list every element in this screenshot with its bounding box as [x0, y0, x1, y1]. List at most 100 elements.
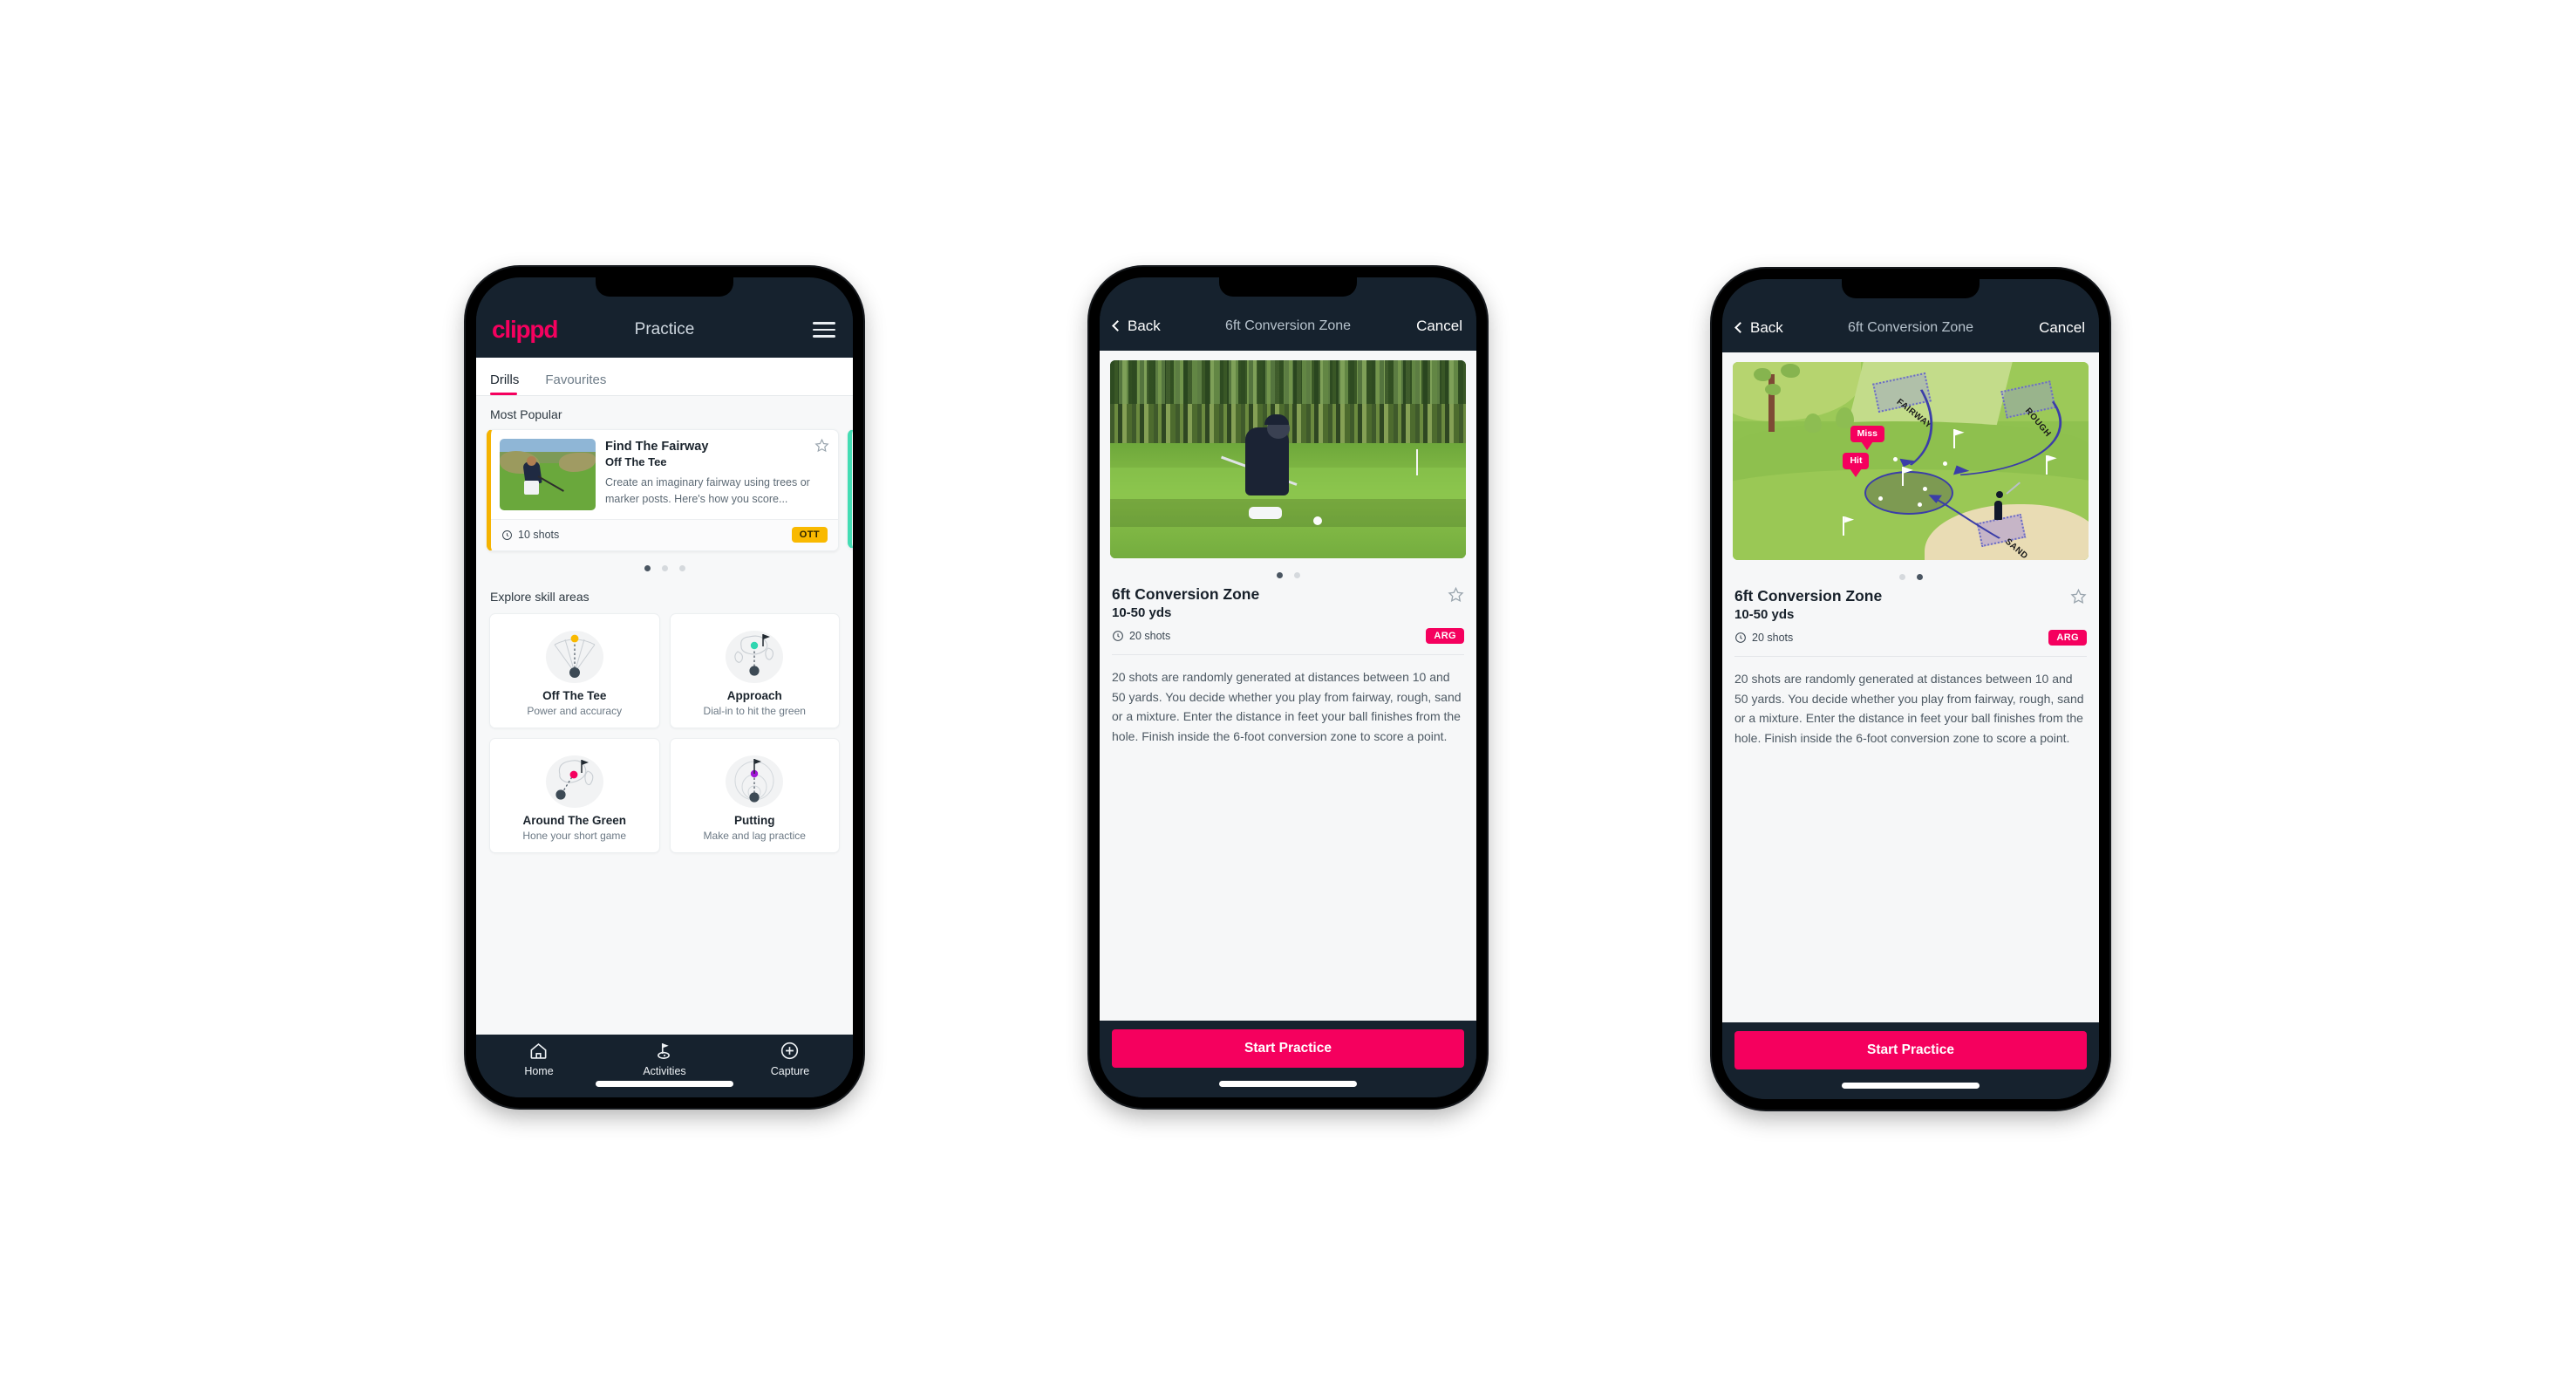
pagination-dot-2[interactable]: [661, 565, 668, 571]
skill-desc: Hone your short game: [522, 830, 627, 842]
phone2-screen: Back 6ft Conversion Zone Cancel 6ft Conv…: [1100, 277, 1476, 1097]
pagination-dot-3[interactable]: [678, 565, 685, 571]
detail-content: 6ft Conversion Zone 10-50 yds 20 shots A…: [1100, 351, 1476, 1021]
detail-content: FAIRWAY ROUGH SAND Miss Hit 6ft Conversi…: [1722, 352, 2099, 1022]
tab-drills[interactable]: Drills: [490, 372, 531, 395]
pagination-dot-1[interactable]: [1276, 572, 1283, 578]
device-notch: [1842, 279, 1980, 298]
pagination-dot-2[interactable]: [1293, 572, 1300, 578]
chevron-left-icon: [1734, 322, 1746, 333]
skill-desc: Make and lag practice: [703, 830, 806, 842]
nav-item-capture[interactable]: Capture: [728, 1041, 853, 1077]
shots-info: 20 shots: [1734, 632, 1793, 644]
bottom-navigation: Home Activities Capture: [476, 1035, 853, 1097]
detail-header: Back 6ft Conversion Zone Cancel: [1722, 304, 2099, 352]
content-scroll-area[interactable]: Most Popular Find The Fairway Off The Te…: [476, 396, 853, 1035]
phone-mockup-drill-detail-illustration: Back 6ft Conversion Zone Cancel FAIRWAY …: [1712, 269, 2109, 1110]
putting-rings-icon: [678, 749, 833, 812]
tab-bar: Drills Favourites: [476, 358, 853, 396]
drill-card-find-the-fairway[interactable]: Find The Fairway Off The Tee Create an i…: [487, 429, 839, 551]
phone-mockup-drill-detail-photo: Back 6ft Conversion Zone Cancel 6ft Conv…: [1089, 267, 1487, 1108]
hamburger-icon[interactable]: [813, 322, 835, 338]
star-outline-icon[interactable]: [1448, 586, 1464, 603]
hero-media-illustration[interactable]: FAIRWAY ROUGH SAND Miss Hit: [1733, 362, 2089, 560]
hero-pagination: [1100, 558, 1476, 585]
drill-shots-row: 20 shots ARG: [1112, 628, 1464, 644]
shots-info: 10 shots: [501, 529, 559, 541]
star-outline-icon[interactable]: [2070, 588, 2087, 605]
skill-card-around-the-green[interactable]: Around The Green Hone your short game: [489, 738, 660, 853]
drill-distance: 10-50 yds: [1734, 607, 1795, 622]
pagination-dot-1[interactable]: [644, 565, 651, 571]
cancel-button[interactable]: Cancel: [1416, 318, 1462, 335]
skill-name: Off The Tee: [542, 689, 607, 702]
chevron-left-icon: [1112, 320, 1123, 331]
device-notch: [596, 277, 733, 297]
drill-title: Find The Fairway: [605, 440, 709, 454]
status-badge-arg: ARG: [1426, 628, 1464, 644]
start-practice-button[interactable]: Start Practice: [1734, 1031, 2087, 1069]
clock-icon: [1735, 632, 1746, 643]
skill-desc: Power and accuracy: [527, 705, 623, 717]
shot-path-arrows: [1899, 389, 2062, 539]
start-practice-button[interactable]: Start Practice: [1112, 1029, 1464, 1068]
shots-count: 20 shots: [1129, 630, 1171, 642]
skill-desc: Dial-in to hit the green: [703, 705, 806, 717]
back-label: Back: [1128, 318, 1161, 334]
cancel-button[interactable]: Cancel: [2039, 319, 2085, 337]
pagination-dot-1[interactable]: [1898, 574, 1905, 580]
phone3-screen: Back 6ft Conversion Zone Cancel FAIRWAY …: [1722, 279, 2099, 1099]
carousel-pagination: [476, 551, 853, 578]
status-badge-ott: OTT: [791, 527, 828, 543]
clock-icon: [1113, 631, 1123, 641]
golfer-photo: [1110, 360, 1466, 558]
most-popular-carousel[interactable]: Find The Fairway Off The Tee Create an i…: [476, 429, 853, 551]
drill-info: 6ft Conversion Zone 10-50 yds 20 shots A…: [1722, 587, 2099, 646]
skill-card-putting[interactable]: Putting Make and lag practice: [669, 738, 840, 853]
hero-media-photo[interactable]: [1110, 360, 1466, 558]
tab-favourites[interactable]: Favourites: [545, 372, 618, 395]
phone1-screen: clippd Practice Drills Favourites Most P…: [476, 277, 853, 1097]
hero-pagination: [1722, 560, 2099, 587]
drill-description: 20 shots are randomly generated at dista…: [1112, 670, 1462, 744]
drill-thumbnail: [500, 439, 596, 510]
nav-item-home[interactable]: Home: [477, 1041, 602, 1077]
shots-count: 10 shots: [518, 529, 560, 541]
shots-info: 20 shots: [1112, 630, 1170, 642]
drill-name: 6ft Conversion Zone: [1112, 585, 1260, 603]
drill-subtitle: Off The Tee: [605, 455, 667, 469]
drill-shots-row: 20 shots ARG: [1734, 630, 2087, 646]
skill-name: Around The Green: [522, 814, 626, 827]
nav-label: Activities: [643, 1065, 686, 1077]
drill-card-next-peek[interactable]: [848, 429, 853, 549]
drill-name-row: 6ft Conversion Zone 10-50 yds: [1734, 587, 2087, 622]
back-button[interactable]: Back: [1734, 319, 1783, 337]
back-button[interactable]: Back: [1112, 318, 1161, 335]
detail-header: Back 6ft Conversion Zone Cancel: [1100, 302, 1476, 351]
pagination-dot-2[interactable]: [1916, 574, 1923, 580]
nav-item-activities[interactable]: Activities: [603, 1041, 727, 1077]
clippd-logo[interactable]: clippd: [492, 318, 558, 342]
golf-flag-icon: [658, 1043, 671, 1059]
plus-circle-icon: [781, 1042, 799, 1060]
skill-card-approach[interactable]: Approach Dial-in to hit the green: [669, 613, 840, 728]
home-indicator: [1842, 1083, 1980, 1089]
phone-mockup-practice-list: clippd Practice Drills Favourites Most P…: [466, 267, 863, 1108]
home-indicator: [1219, 1081, 1357, 1087]
drill-info: 6ft Conversion Zone 10-50 yds 20 shots A…: [1100, 585, 1476, 644]
star-outline-icon[interactable]: [814, 438, 829, 453]
drill-distance: 10-50 yds: [1112, 605, 1172, 620]
drill-card-top: Find The Fairway Off The Tee Create an i…: [491, 430, 838, 519]
drill-name-row: 6ft Conversion Zone 10-50 yds: [1112, 585, 1464, 620]
section-label-skill-areas: Explore skill areas: [490, 590, 589, 604]
skill-card-off-the-tee[interactable]: Off The Tee Power and accuracy: [489, 613, 660, 728]
skill-areas-grid: Off The Tee Power and accuracy Approach …: [476, 612, 853, 865]
clock-icon: [502, 530, 512, 540]
nav-label: Capture: [770, 1065, 810, 1077]
device-notch: [1219, 277, 1357, 297]
drill-description: Create an imaginary fairway using trees …: [605, 476, 810, 505]
home-icon: [531, 1042, 547, 1059]
screenshot-canvas: clippd Practice Drills Favourites Most P…: [0, 0, 2576, 1387]
tee-fan-icon: [497, 625, 652, 687]
home-indicator: [596, 1081, 733, 1087]
